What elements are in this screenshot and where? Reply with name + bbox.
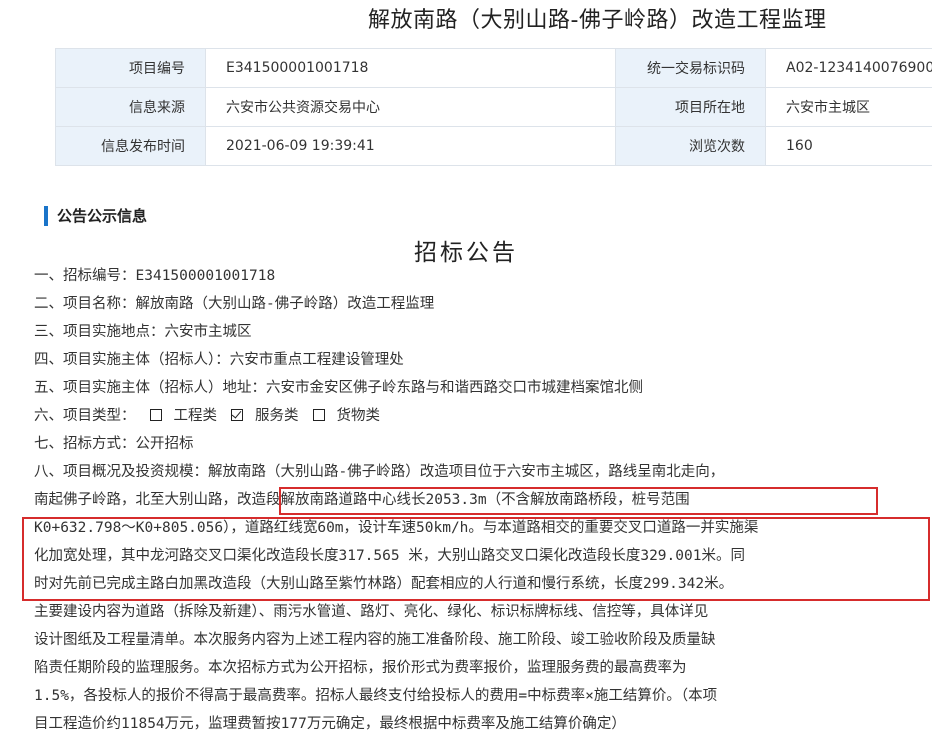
announcement-line: 目工程造价约11854万元，监理费暂按177万元确定，最终根据中标费率及施工结算… xyxy=(34,716,626,732)
project-info-table: 项目编号 E341500001001718 统一交易标识码 A02-123414… xyxy=(55,48,932,166)
announcement-line: 三、项目实施地点：六安市主城区 xyxy=(34,324,252,340)
checkbox-service-checked xyxy=(231,409,243,421)
announcement-line: 五、项目实施主体（招标人）地址：六安市金安区佛子岭东路与和谐西路交口市城建档案馆… xyxy=(34,380,643,396)
publish-time-label: 信息发布时间 xyxy=(55,126,206,166)
project-no-label: 项目编号 xyxy=(55,48,206,88)
announcement-line: 七、招标方式：公开招标 xyxy=(34,436,194,452)
announcement-line: 1.5%，各投标人的报价不得高于最高费率。招标人最终支付给投标人的费用=中标费率… xyxy=(34,688,718,704)
location-label: 项目所在地 xyxy=(615,87,766,127)
project-type-label: 六、项目类型： xyxy=(34,408,136,424)
publish-time-value: 2021-06-09 19:39:41 xyxy=(205,126,616,166)
announcement-line: 一、招标编号：E341500001001718 xyxy=(34,268,276,284)
project-no-value: E341500001001718 xyxy=(205,48,616,88)
type-goods-label: 货物类 xyxy=(336,408,381,424)
table-row: 项目编号 E341500001001718 统一交易标识码 A02-123414… xyxy=(55,48,932,88)
page-title: 解放南路（大别山路-佛子岭路）改造工程监理 xyxy=(368,8,827,33)
announcement-line: 设计图纸及工程量清单。本次服务内容为上述工程内容的施工准备阶段、施工阶段、竣工验… xyxy=(34,632,716,648)
announcement-line: 四、项目实施主体（招标人）：六安市重点工程建设管理处 xyxy=(34,352,404,368)
type-service-label: 服务类 xyxy=(255,408,299,424)
table-row: 信息来源 六安市公共资源交易中心 项目所在地 六安市主城区 xyxy=(55,87,932,127)
announcement-line: 二、项目名称：解放南路（大别山路-佛子岭路）改造工程监理 xyxy=(34,296,435,312)
checkbox-goods xyxy=(312,409,325,421)
source-label: 信息来源 xyxy=(55,87,206,127)
table-row: 信息发布时间 2021-06-09 19:39:41 浏览次数 160 xyxy=(55,126,932,166)
location-value: 六安市主城区 xyxy=(765,87,932,127)
views-label: 浏览次数 xyxy=(615,126,766,166)
announcement-line: 主要建设内容为道路（拆除及新建）、雨污水管道、路灯、亮化、绿化、标识标牌标线、信… xyxy=(34,604,709,620)
checkbox-engineering xyxy=(149,409,162,421)
source-value: 六安市公共资源交易中心 xyxy=(205,87,616,127)
highlight-box xyxy=(22,517,930,601)
trade-id-value: A02-12341400769004 xyxy=(765,48,932,88)
section-heading: 公告公示信息 xyxy=(44,206,147,226)
highlight-box xyxy=(279,487,878,515)
views-value: 160 xyxy=(765,126,932,166)
announcement-line: 陷责任期阶段的监理服务。本次招标方式为公开招标，报价形式为费率报价，监理服务费的… xyxy=(34,660,687,676)
type-engineering-label: 工程类 xyxy=(173,408,218,424)
trade-id-label: 统一交易标识码 xyxy=(615,48,766,88)
project-type-line: 六、项目类型： 工程类 服务类 货物类 xyxy=(34,402,926,430)
announcement-line: 八、项目概况及投资规模：解放南路（大别山路-佛子岭路）改造项目位于六安市主城区，… xyxy=(34,464,725,480)
